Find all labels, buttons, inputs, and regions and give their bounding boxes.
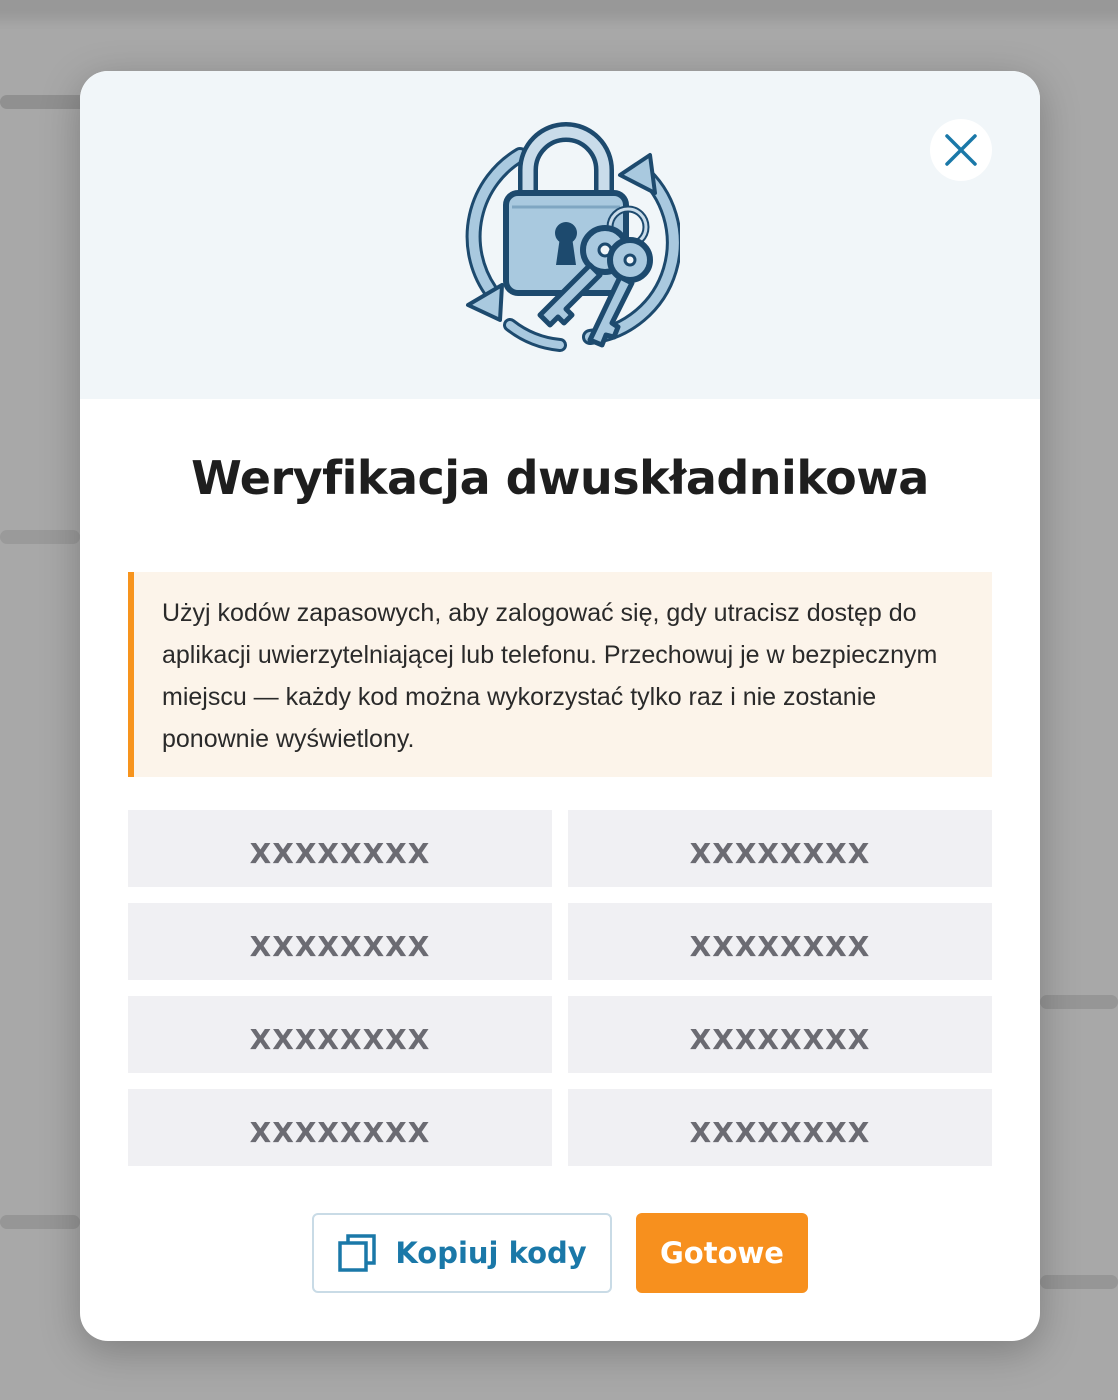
backup-code: XXXXXXXX — [128, 903, 552, 980]
backup-code: XXXXXXXX — [128, 810, 552, 887]
two-factor-modal: Weryfikacja dwuskładnikowa Użyj kodów za… — [80, 71, 1040, 1341]
backup-code: XXXXXXXX — [568, 1089, 992, 1166]
backup-code: XXXXXXXX — [128, 996, 552, 1073]
backup-codes-grid: XXXXXXXX XXXXXXXX XXXXXXXX XXXXXXXX XXXX… — [128, 810, 992, 1166]
copy-codes-button[interactable]: Kopiuj kody — [312, 1213, 612, 1293]
backup-code: XXXXXXXX — [568, 903, 992, 980]
modal-header — [80, 71, 1040, 399]
backup-code: XXXXXXXX — [568, 996, 992, 1073]
modal-title: Weryfikacja dwuskładnikowa — [191, 451, 929, 505]
lock-keys-illustration — [465, 122, 680, 352]
close-icon — [945, 134, 977, 166]
modal-actions: Kopiuj kody Gotowe — [80, 1213, 1040, 1293]
backup-code: XXXXXXXX — [568, 810, 992, 887]
backup-code: XXXXXXXX — [128, 1089, 552, 1166]
copy-codes-label: Kopiuj kody — [395, 1236, 587, 1270]
close-button[interactable] — [930, 119, 992, 181]
backup-codes-notice: Użyj kodów zapasowych, aby zalogować się… — [128, 572, 992, 777]
copy-icon — [338, 1234, 377, 1272]
done-button[interactable]: Gotowe — [636, 1213, 808, 1293]
